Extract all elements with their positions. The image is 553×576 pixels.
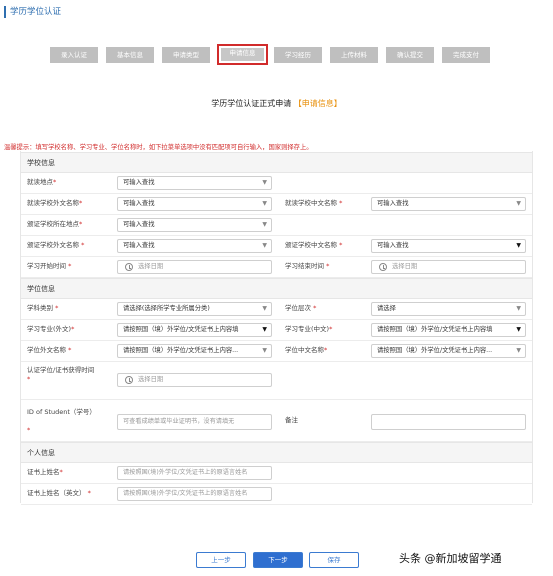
watermark-text: 头条 @新加坡留学通 — [399, 552, 502, 565]
row-issuing-names: 颁证学校外文名称 * 可输入查找 ▼ 颁证学校中文名称 * 可输入查找 ▼ — [21, 236, 532, 257]
label-study-location: 就读地点* — [27, 178, 57, 186]
step-confirm[interactable]: 确认提交 — [386, 47, 434, 63]
label-study-start: 学习开始时间 * — [27, 262, 72, 270]
degree-obtained-date-picker[interactable]: 选择日期 — [117, 373, 272, 387]
degree-foreign-name-select[interactable]: 请按照国（境）外学位/文凭证书上内容... ▼ — [117, 344, 272, 358]
prev-button[interactable]: 上一步 — [196, 552, 246, 568]
page-title: 学历学位认证 — [4, 6, 61, 18]
school-foreign-name-select[interactable]: 可输入查找 ▼ — [117, 197, 272, 211]
issuing-foreign-name-select[interactable]: 可输入查找 ▼ — [117, 239, 272, 253]
step-pay[interactable]: 完成支付 — [442, 47, 490, 63]
label-remarks: 备注 — [285, 416, 298, 424]
row-study-dates: 学习开始时间 * 选择日期 学习结束时间 * 选择日期 — [21, 257, 532, 278]
study-location-select[interactable]: 可输入查找 ▼ — [117, 176, 272, 190]
label-major-chinese: 学习专业(中文)* — [285, 325, 333, 333]
step-application-info[interactable]: 申请信息 — [217, 44, 268, 65]
label-issuing-location: 颁证学校所在地点* — [27, 220, 83, 228]
section-school: 学校信息 — [21, 152, 532, 173]
row-issuing-location: 颁证学校所在地点* 可输入查找 ▼ — [21, 215, 532, 236]
row-student-id: ID of Student（学号） * 可查看成绩单或毕业证明书，没有请填无 备注 — [21, 400, 532, 442]
degree-level-select[interactable]: 请选择 ▼ — [371, 302, 526, 316]
label-degree-level: 学位层次 * — [285, 304, 317, 312]
step-upload[interactable]: 上传材料 — [330, 47, 378, 63]
row-school-names: 就读学校外文名称* 可输入查找 ▼ 就读学校中文名称 * 可输入查找 ▼ — [21, 194, 532, 215]
step-study-history[interactable]: 学习经历 — [274, 47, 322, 63]
label-major-foreign: 学习专业(外文)* — [27, 325, 75, 333]
section-degree: 学位信息 — [21, 278, 532, 299]
discipline-select[interactable]: 请选择(选择所学专业所属分类) ▼ — [117, 302, 272, 316]
form-title-sub: 【申请信息】 — [293, 99, 342, 108]
row-study-location: 就读地点* 可输入查找 ▼ — [21, 173, 532, 194]
study-end-date-picker[interactable]: 选择日期 — [371, 260, 526, 274]
step-basic-info[interactable]: 基本信息 — [106, 47, 154, 63]
label-issuing-chinese-name: 颁证学校中文名称 * — [285, 241, 343, 249]
label-cert-name: 证书上姓名* — [27, 468, 63, 476]
step-entry[interactable]: 录入认证 — [50, 47, 98, 63]
form-title: 学历学位认证正式申请 【申请信息】 — [0, 98, 553, 109]
form-title-main: 学历学位认证正式申请 — [211, 99, 292, 108]
school-chinese-name-select[interactable]: 可输入查找 ▼ — [371, 197, 526, 211]
cert-name-input[interactable]: 请按照国(境)外学位/文凭证书上的原语言姓名 — [117, 466, 272, 480]
label-degree-chinese: 学位中文名称* — [285, 346, 328, 354]
label-discipline: 学科类别 * — [27, 304, 59, 312]
section-personal: 个人信息 — [21, 442, 532, 463]
row-degree-obtained-time: 认证学位/证书获得时间 * 选择日期 — [21, 362, 532, 400]
label-issuing-foreign-name: 颁证学校外文名称 * — [27, 241, 85, 249]
row-cert-name: 证书上姓名* 请按照国(境)外学位/文凭证书上的原语言姓名 — [21, 463, 532, 484]
row-major: 学习专业(外文)* 请按照国（境）外学位/文凭证书上内容填 ▼ 学习专业(中文)*… — [21, 320, 532, 341]
issuing-chinese-name-select[interactable]: 可输入查找 ▼ — [371, 239, 526, 253]
clock-icon — [125, 376, 133, 384]
clock-icon — [379, 263, 387, 271]
warning-text: 温馨提示：填写学校名称、学习专业、学位名称时，如下拉菜单选项中没有匹配项可自行输… — [4, 144, 313, 151]
label-school-foreign-name: 就读学校外文名称* — [27, 199, 83, 207]
major-chinese-select[interactable]: 请按照国（境）外学位/文凭证书上内容填 ▼ — [371, 323, 526, 337]
row-cert-name-en: 证书上姓名（英文） * 请按照国(境)外学位/文凭证书上的原语言姓名 — [21, 484, 532, 505]
label-school-chinese-name: 就读学校中文名称 * — [285, 199, 343, 207]
step-application-type[interactable]: 申请类型 — [162, 47, 210, 63]
next-button[interactable]: 下一步 — [253, 552, 303, 568]
degree-chinese-name-select[interactable]: 请按照国（境）外学位/文凭证书上内容... ▼ — [371, 344, 526, 358]
label-degree-obtained-time: 认证学位/证书获得时间 * — [27, 366, 95, 383]
major-foreign-select[interactable]: 请按照国（境）外学位/文凭证书上内容填 ▼ — [117, 323, 272, 337]
issuing-location-select[interactable]: 可输入查找 ▼ — [117, 218, 272, 232]
save-button[interactable]: 保存 — [309, 552, 359, 568]
label-cert-name-en: 证书上姓名（英文） * — [27, 489, 91, 497]
cert-name-en-input[interactable]: 请按照国(境)外学位/文凭证书上的原语言姓名 — [117, 487, 272, 501]
row-discipline: 学科类别 * 请选择(选择所学专业所属分类) ▼ 学位层次 * 请选择 ▼ — [21, 299, 532, 320]
row-degree-names: 学位外文名称 * 请按照国（境）外学位/文凭证书上内容... ▼ 学位中文名称* … — [21, 341, 532, 362]
student-id-input[interactable]: 可查看成绩单或毕业证明书，没有请填无 — [117, 414, 272, 430]
study-start-date-picker[interactable]: 选择日期 — [117, 260, 272, 274]
label-degree-foreign: 学位外文名称 * — [27, 346, 72, 354]
clock-icon — [125, 263, 133, 271]
label-study-end: 学习结束时间 * — [285, 262, 330, 270]
label-student-id: ID of Student（学号） * — [27, 408, 96, 434]
remarks-input[interactable] — [371, 414, 526, 430]
